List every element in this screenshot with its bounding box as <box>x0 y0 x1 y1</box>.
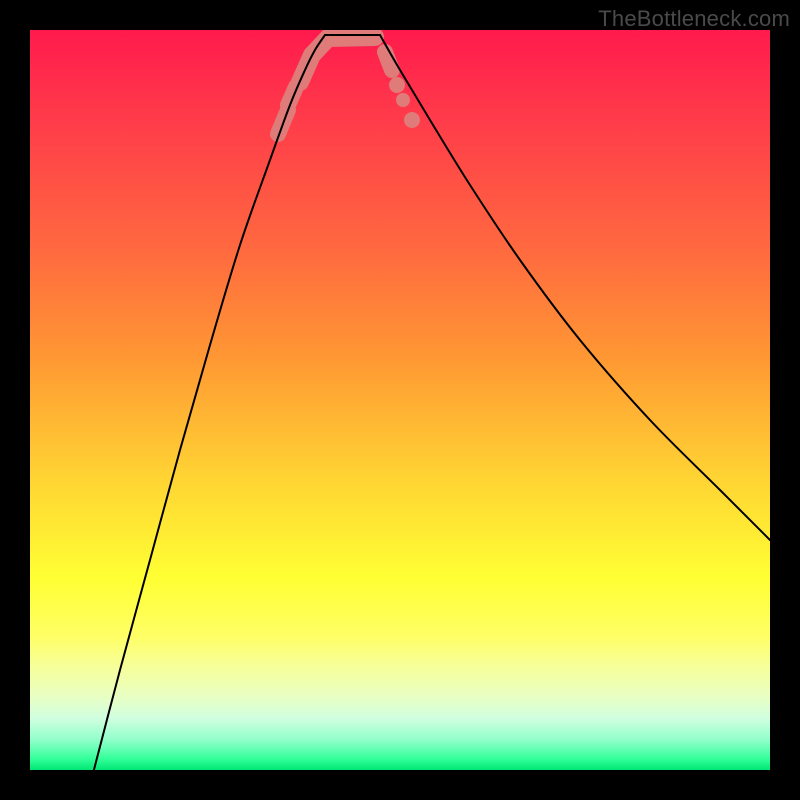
blob-dot <box>389 77 405 93</box>
chart-svg <box>30 30 770 770</box>
blob-dot <box>404 112 420 128</box>
blob-capsule <box>328 37 375 38</box>
series-left-curve <box>90 35 325 770</box>
watermark-text: TheBottleneck.com <box>598 6 790 32</box>
marker-blobs <box>278 37 420 134</box>
blob-dot <box>396 93 410 107</box>
series-right-curve <box>380 35 770 540</box>
outer-frame: TheBottleneck.com <box>0 0 800 800</box>
plot-area <box>30 30 770 770</box>
curve-lines <box>90 35 770 770</box>
